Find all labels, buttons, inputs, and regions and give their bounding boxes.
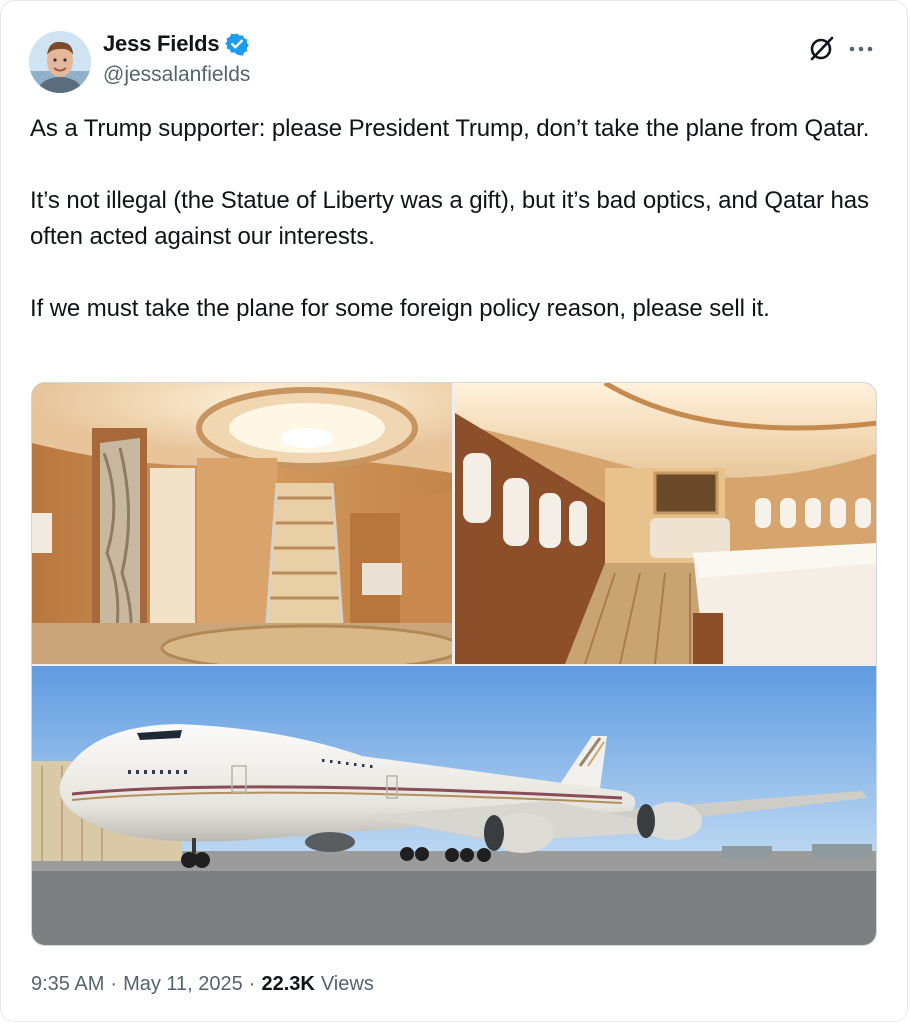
author-avatar[interactable] bbox=[29, 31, 91, 93]
tweet-metadata: 9:35 AM · May 11, 2025 · 22.3K Views bbox=[31, 973, 374, 996]
tweet-paragraph: As a Trump supporter: please President T… bbox=[30, 115, 870, 142]
boeing-747-on-tarmac-photo[interactable] bbox=[32, 666, 876, 945]
verified-badge-icon bbox=[225, 32, 250, 56]
tweet-card: Jess Fields @jessalanfields As a Trump s… bbox=[0, 0, 908, 1022]
tweet-paragraph: It’s not illegal (the Statue of Liberty … bbox=[30, 187, 869, 250]
more-options-icon[interactable] bbox=[847, 41, 875, 52]
author-handle[interactable]: @jessalanfields bbox=[103, 63, 250, 87]
avatar-image bbox=[29, 31, 91, 93]
views-label: Views bbox=[320, 973, 374, 995]
media-grid bbox=[31, 382, 877, 946]
separator: · bbox=[248, 973, 256, 995]
tweet-time[interactable]: 9:35 AM bbox=[31, 973, 104, 996]
views-count: 22.3K bbox=[261, 973, 315, 995]
author-name[interactable]: Jess Fields bbox=[103, 31, 220, 57]
separator: · bbox=[110, 973, 118, 995]
aircraft-interior-staircase-photo[interactable] bbox=[32, 383, 452, 664]
tweet-text: As a Trump supporter: please President T… bbox=[30, 111, 890, 327]
aircraft-interior-bedroom-photo[interactable] bbox=[455, 383, 876, 664]
tweet-date[interactable]: May 11, 2025 bbox=[123, 973, 243, 996]
author-name-row[interactable]: Jess Fields bbox=[103, 31, 250, 57]
grok-icon[interactable] bbox=[807, 33, 837, 63]
tweet-paragraph: If we must take the plane for some forei… bbox=[30, 295, 770, 322]
